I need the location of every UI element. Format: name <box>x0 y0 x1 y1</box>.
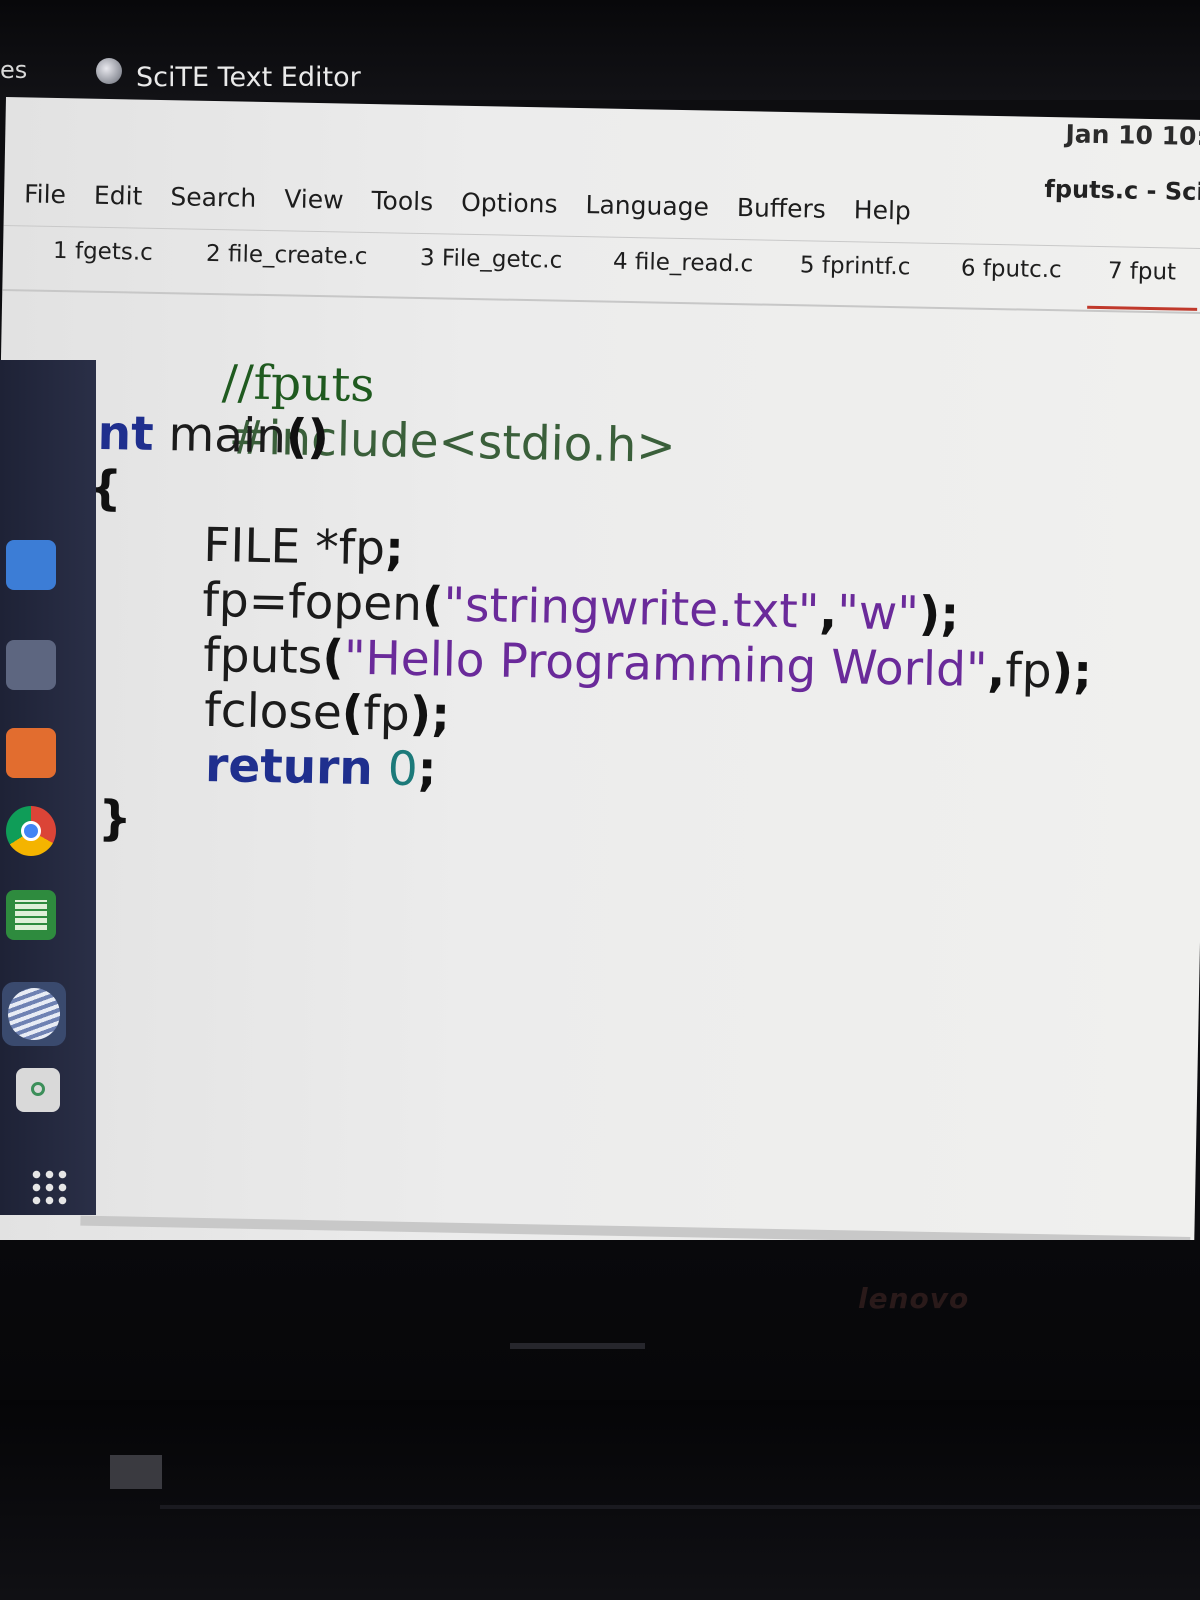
identifier-token: fclose <box>203 682 343 741</box>
operator-token: , <box>986 642 1006 699</box>
keyword-token: return <box>204 737 374 797</box>
operator-token: ; <box>417 742 437 798</box>
menu-help[interactable]: Help <box>854 195 912 225</box>
app-center-icon[interactable] <box>6 728 56 778</box>
menu-search[interactable]: Search <box>170 182 256 213</box>
keyboard-edge <box>0 1400 1200 1600</box>
menu-view[interactable]: View <box>284 184 344 214</box>
operator-token: ); <box>918 586 960 643</box>
identifier-token: fputs <box>202 627 323 686</box>
menu-file[interactable]: File <box>24 179 66 209</box>
scite-icon[interactable] <box>2 982 66 1046</box>
operator-token: ( <box>341 685 364 741</box>
code-line-9: return 0; <box>205 737 437 798</box>
hinge-line <box>160 1505 1200 1509</box>
identifier-token: main <box>153 406 287 465</box>
menu-edit[interactable]: Edit <box>94 181 143 211</box>
trash-icon[interactable] <box>16 1068 60 1112</box>
operator-token: ( <box>421 577 444 633</box>
code-line-3: int main() <box>81 405 329 467</box>
identifier-token: fp <box>362 685 411 742</box>
code-line-8: fclose(fp); <box>204 682 451 744</box>
window-title: fputs.c - Sci <box>1044 174 1200 207</box>
hinge-block <box>110 1455 162 1489</box>
tab-fprintf[interactable]: 5 fprintf.c <box>800 252 911 280</box>
operator-token: () <box>285 409 330 466</box>
tab-file-create[interactable]: 2 file_create.c <box>206 241 368 270</box>
brace-token: } <box>97 790 133 847</box>
spreadsheet-icon[interactable] <box>6 890 56 940</box>
tab-fputs-active[interactable]: 7 fput <box>1108 258 1177 285</box>
code-line-10: } <box>98 790 133 848</box>
tab-file-getc[interactable]: 3 File_getc.c <box>420 245 563 274</box>
operator-token: ; <box>384 521 405 577</box>
menu-tools[interactable]: Tools <box>371 186 433 216</box>
menu-bar: File Edit Search View Tools Options Lang… <box>24 179 939 226</box>
menu-options[interactable]: Options <box>461 188 558 219</box>
identifier-token: FILE *fp <box>202 517 386 577</box>
scite-app-icon <box>96 58 122 84</box>
operator-token: , <box>818 584 838 641</box>
apps-grid-icon[interactable] <box>30 1168 70 1208</box>
tab-fputc[interactable]: 6 fputc.c <box>961 255 1062 283</box>
chrome-icon[interactable] <box>6 806 56 856</box>
identifier-token: fp <box>1004 643 1053 700</box>
operator-token: ); <box>409 686 451 743</box>
identifier-token: fp=fopen <box>201 572 423 633</box>
code-line-5: FILE *fp; <box>203 517 404 578</box>
activities-button[interactable]: es <box>0 56 27 84</box>
string-token: "stringwrite.txt" <box>442 577 820 640</box>
photo-scene: es SciTE Text Editor Jan 10 10: fputs.c … <box>0 0 1200 1600</box>
scite-window: Jan 10 10: fputs.c - Sci File Edit Searc… <box>0 97 1200 1269</box>
files-icon[interactable] <box>6 540 56 590</box>
app-menu-label[interactable]: SciTE Text Editor <box>136 62 361 93</box>
lenovo-logo: lenovo <box>858 1282 970 1315</box>
tab-file-read[interactable]: 4 file_read.c <box>613 249 754 278</box>
string-token: "w" <box>836 585 920 642</box>
bezel-mark <box>510 1343 645 1349</box>
tab-fgets[interactable]: 1 fgets.c <box>53 238 153 266</box>
menu-buffers[interactable]: Buffers <box>737 193 826 224</box>
code-editor[interactable]: - //fputs #include<stdio.h> int main() {… <box>0 293 1200 1256</box>
folder-icon[interactable] <box>6 640 56 690</box>
ubuntu-dock <box>0 360 96 1215</box>
operator-token: ( <box>321 630 345 686</box>
system-clock[interactable]: Jan 10 10: <box>1065 119 1200 151</box>
number-token: 0 <box>387 741 419 798</box>
menu-language[interactable]: Language <box>585 190 709 221</box>
operator-token: ); <box>1051 644 1093 700</box>
